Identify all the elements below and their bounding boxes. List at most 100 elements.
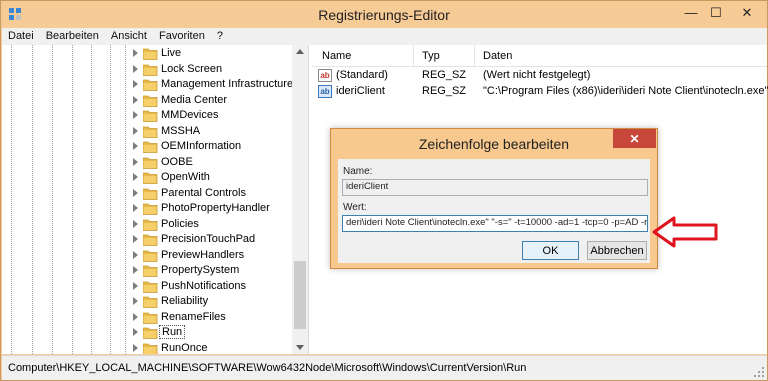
expand-arrow-icon[interactable] <box>133 80 138 88</box>
annotation-arrow-icon <box>652 216 718 248</box>
expand-arrow-icon[interactable] <box>133 64 138 73</box>
tree-item[interactable]: Reliability <box>2 294 292 310</box>
folder-icon <box>142 141 158 153</box>
expand-arrow-icon[interactable] <box>133 49 138 57</box>
expand-arrow-icon[interactable] <box>133 95 138 104</box>
expand-arrow-icon[interactable] <box>133 204 138 212</box>
tree-item[interactable]: OpenWith <box>2 170 292 186</box>
expand-arrow-icon[interactable] <box>133 173 138 181</box>
tree-item[interactable]: PrecisionTouchPad <box>2 232 292 248</box>
list-row[interactable]: ab ideriClient REG_SZ "C:\Program Files … <box>312 84 768 100</box>
folder-icon <box>142 64 158 76</box>
scroll-thumb[interactable] <box>294 261 306 329</box>
expand-arrow-icon[interactable] <box>133 219 138 228</box>
folder-icon <box>142 343 158 354</box>
name-field: ideriClient <box>342 179 648 196</box>
tree-item-label: Reliability <box>161 295 209 307</box>
tree-item-label: Parental Controls <box>161 186 246 199</box>
tree-item[interactable]: PushNotifications <box>2 279 292 295</box>
folder-icon <box>142 203 158 215</box>
folder-icon <box>142 234 158 246</box>
string-value-icon: ab <box>318 69 332 82</box>
tree-scrollbar[interactable] <box>292 45 308 354</box>
value-data: "C:\Program Files (x86)\ideri\ideri Note… <box>483 85 768 97</box>
tree-item[interactable]: Media Center <box>2 93 292 109</box>
tree-item[interactable]: PropertySystem <box>2 263 292 279</box>
folder-icon <box>142 172 158 184</box>
resize-grip-icon[interactable] <box>754 367 764 377</box>
expand-arrow-icon[interactable] <box>133 250 138 259</box>
folder-icon <box>142 48 158 60</box>
column-header-data[interactable]: Daten <box>483 50 512 62</box>
expand-arrow-icon[interactable] <box>133 297 138 305</box>
folder-icon <box>142 157 158 169</box>
expand-arrow-icon[interactable] <box>133 126 138 135</box>
tree-item[interactable]: Management Infrastructure <box>2 77 293 93</box>
tree-item[interactable]: RunOnce <box>2 341 292 354</box>
tree-item[interactable]: Lock Screen <box>2 62 292 78</box>
key-tree[interactable]: Live Lock Screen Management Infrastructure… <box>2 45 309 354</box>
cancel-button[interactable]: Abbrechen <box>587 241 647 260</box>
folder-icon <box>142 188 158 200</box>
menu-ansicht[interactable]: Ansicht <box>105 28 153 45</box>
tree-item[interactable]: OOBE <box>2 155 292 171</box>
column-divider[interactable] <box>413 45 414 67</box>
maximize-button[interactable]: ☐ <box>705 2 727 23</box>
column-header-name[interactable]: Name <box>322 50 351 62</box>
menu-datei[interactable]: Datei <box>2 28 40 45</box>
tree-item-label: OpenWith <box>161 171 210 183</box>
scroll-down-arrow-icon[interactable] <box>296 345 304 350</box>
dialog-close-button[interactable]: ✕ <box>613 129 656 148</box>
tree-item[interactable]: PhotoPropertyHandler <box>2 201 292 217</box>
folder-icon <box>142 265 158 277</box>
status-path: Computer\HKEY_LOCAL_MACHINE\SOFTWARE\Wow… <box>8 362 527 374</box>
expand-arrow-icon[interactable] <box>133 142 138 150</box>
column-divider[interactable] <box>474 45 475 67</box>
minimize-button[interactable]: — <box>680 2 702 23</box>
tree-item-label: RenameFiles <box>161 310 226 323</box>
menu-bearbeiten[interactable]: Bearbeiten <box>40 28 105 45</box>
folder-icon <box>142 281 158 293</box>
expand-arrow-icon[interactable] <box>133 312 138 321</box>
expand-arrow-icon[interactable] <box>133 235 138 243</box>
value-label: Wert: <box>343 202 367 213</box>
tree-item-label: PhotoPropertyHandler <box>161 202 270 214</box>
tree-item[interactable]: MSSHA <box>2 124 292 140</box>
expand-arrow-icon[interactable] <box>133 157 138 166</box>
tree-item-label: Policies <box>161 217 199 230</box>
value-data-input[interactable]: deri\ideri Note Client\inotecln.exe" "-s… <box>342 215 648 232</box>
tree-item[interactable]: Policies <box>2 217 292 233</box>
tree-item[interactable]: PreviewHandlers <box>2 248 292 264</box>
expand-arrow-icon[interactable] <box>133 188 138 197</box>
folder-icon <box>142 219 158 231</box>
tree-item-label: PushNotifications <box>161 279 246 292</box>
tree-item[interactable]: Parental Controls <box>2 186 292 202</box>
close-button[interactable]: ✕ <box>730 2 764 23</box>
value-type: REG_SZ <box>422 85 467 97</box>
list-row[interactable]: ab (Standard) REG_SZ (Wert nicht festgel… <box>312 68 767 84</box>
expand-arrow-icon[interactable] <box>133 111 138 119</box>
string-value-icon: ab <box>318 85 332 98</box>
tree-item[interactable]: MMDevices <box>2 108 292 124</box>
folder-icon <box>142 250 158 262</box>
list-header: Name Typ Daten <box>312 45 767 67</box>
value-type: REG_SZ <box>422 69 467 81</box>
tree-item[interactable]: OEMInformation <box>2 139 292 155</box>
menu-help[interactable]: ? <box>211 28 229 45</box>
tree-item[interactable]: Live <box>2 46 292 62</box>
dialog-body: Name: ideriClient Wert: deri\ideri Note … <box>338 159 650 263</box>
scroll-up-arrow-icon[interactable] <box>296 49 304 54</box>
folder-icon <box>142 296 158 308</box>
expand-arrow-icon[interactable] <box>133 328 138 336</box>
dialog-title: Zeichenfolge bearbeiten <box>418 136 570 152</box>
value-data: (Wert nicht festgelegt) <box>483 69 591 81</box>
expand-arrow-icon[interactable] <box>133 281 138 290</box>
tree-item[interactable]: Run <box>2 325 292 341</box>
expand-arrow-icon[interactable] <box>133 343 138 352</box>
menu-favoriten[interactable]: Favoriten <box>153 28 211 45</box>
expand-arrow-icon[interactable] <box>133 266 138 274</box>
ok-button[interactable]: OK <box>522 241 579 260</box>
column-header-type[interactable]: Typ <box>422 50 440 62</box>
tree-item[interactable]: RenameFiles <box>2 310 292 326</box>
folder-icon <box>142 79 158 91</box>
